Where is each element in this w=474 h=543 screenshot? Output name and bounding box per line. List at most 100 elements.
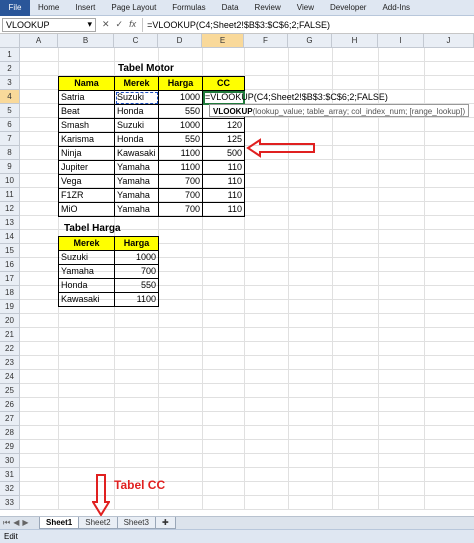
tab-developer[interactable]: Developer — [322, 3, 374, 12]
formula-input[interactable]: =VLOOKUP(C4;Sheet2!$B$3:$C$6;2;FALSE) — [142, 17, 474, 32]
row-header[interactable]: 10 — [0, 174, 20, 188]
cell[interactable]: 110 — [202, 160, 245, 175]
cell[interactable]: 110 — [202, 188, 245, 203]
row-header[interactable]: 5 — [0, 104, 20, 118]
cell[interactable]: Honda — [114, 104, 159, 119]
row-header[interactable]: 9 — [0, 160, 20, 174]
cell[interactable]: 550 — [158, 104, 203, 119]
cell[interactable]: 550 — [114, 278, 159, 293]
header-merek[interactable]: Merek — [114, 76, 159, 91]
cell[interactable]: Suzuki — [58, 250, 115, 265]
row-header[interactable]: 24 — [0, 370, 20, 384]
cell-lookup-ref[interactable]: Suzuki — [114, 90, 159, 105]
active-cell[interactable]: =VLOOKUP(C4;Sheet2!$B$3:$C$6;2;FALSE) — [202, 90, 388, 105]
sheet-tab-sheet1[interactable]: Sheet1 — [39, 517, 80, 529]
header-merek[interactable]: Merek — [58, 236, 115, 251]
cancel-icon[interactable]: ✕ — [102, 19, 110, 30]
cell[interactable]: 1000 — [158, 118, 203, 133]
row-header[interactable]: 14 — [0, 230, 20, 244]
cell[interactable]: 700 — [114, 264, 159, 279]
cell[interactable]: Vega — [58, 174, 115, 189]
cell[interactable]: Satria — [58, 90, 115, 105]
tab-add-ins[interactable]: Add-Ins — [374, 3, 418, 12]
enter-icon[interactable]: ✓ — [116, 19, 124, 30]
header-cc[interactable]: CC — [202, 76, 245, 91]
row-header[interactable]: 19 — [0, 300, 20, 314]
tab-formulas[interactable]: Formulas — [164, 3, 213, 12]
row-header[interactable]: 32 — [0, 482, 20, 496]
cell[interactable]: Suzuki — [114, 118, 159, 133]
cell[interactable]: 110 — [202, 174, 245, 189]
cell[interactable]: 110 — [202, 202, 245, 217]
cell[interactable]: Yamaha — [58, 264, 115, 279]
cell[interactable]: Yamaha — [114, 160, 159, 175]
cell[interactable]: Kawasaki — [114, 146, 159, 161]
column-header-g[interactable]: G — [288, 34, 332, 48]
tab-review[interactable]: Review — [247, 3, 289, 12]
column-header-i[interactable]: I — [378, 34, 424, 48]
header-nama[interactable]: Nama — [58, 76, 115, 91]
row-header[interactable]: 7 — [0, 132, 20, 146]
cell[interactable]: 125 — [202, 132, 245, 147]
column-header-d[interactable]: D — [158, 34, 202, 48]
cell[interactable]: F1ZR — [58, 188, 115, 203]
row-header[interactable]: 11 — [0, 188, 20, 202]
row-header[interactable]: 33 — [0, 496, 20, 510]
cell[interactable]: 700 — [158, 174, 203, 189]
row-header[interactable]: 13 — [0, 216, 20, 230]
row-header[interactable]: 2 — [0, 62, 20, 76]
column-header-f[interactable]: F — [244, 34, 288, 48]
cell[interactable]: Karisma — [58, 132, 115, 147]
prev-sheet-icon[interactable]: ◀ — [13, 518, 19, 528]
file-tab[interactable]: File — [0, 0, 30, 16]
cell[interactable]: 1100 — [158, 160, 203, 175]
row-header[interactable]: 12 — [0, 202, 20, 216]
column-header-c[interactable]: C — [114, 34, 158, 48]
first-sheet-icon[interactable]: ⏮ — [3, 518, 10, 528]
row-header[interactable]: 30 — [0, 454, 20, 468]
row-header[interactable]: 1 — [0, 48, 20, 62]
cell[interactable]: Beat — [58, 104, 115, 119]
cell[interactable]: Yamaha — [114, 188, 159, 203]
row-header[interactable]: 4 — [0, 90, 20, 104]
tab-data[interactable]: Data — [214, 3, 247, 12]
header-harga[interactable]: Harga — [158, 76, 203, 91]
header-harga[interactable]: Harga — [114, 236, 159, 251]
cell[interactable]: Smash — [58, 118, 115, 133]
select-all-corner[interactable] — [0, 34, 20, 48]
tab-home[interactable]: Home — [30, 3, 67, 12]
cell[interactable]: 550 — [158, 132, 203, 147]
row-header[interactable]: 18 — [0, 286, 20, 300]
row-header[interactable]: 23 — [0, 356, 20, 370]
cell[interactable]: Yamaha — [114, 202, 159, 217]
column-header-h[interactable]: H — [332, 34, 378, 48]
fx-icon[interactable]: fx — [129, 19, 136, 30]
row-header[interactable]: 17 — [0, 272, 20, 286]
row-header[interactable]: 27 — [0, 412, 20, 426]
row-header[interactable]: 21 — [0, 328, 20, 342]
row-header[interactable]: 22 — [0, 342, 20, 356]
cell[interactable]: Yamaha — [114, 174, 159, 189]
cell[interactable]: 1000 — [114, 250, 159, 265]
cell[interactable]: 700 — [158, 202, 203, 217]
cell[interactable]: 500 — [202, 146, 245, 161]
row-header[interactable]: 3 — [0, 76, 20, 90]
cell[interactable]: Kawasaki — [58, 292, 115, 307]
name-box[interactable]: VLOOKUP ▾ — [2, 17, 96, 32]
cell[interactable]: 1100 — [114, 292, 159, 307]
column-header-e[interactable]: E — [202, 34, 244, 48]
insert-sheet-icon[interactable]: ✚ — [154, 517, 176, 529]
row-header[interactable]: 15 — [0, 244, 20, 258]
row-header[interactable]: 31 — [0, 468, 20, 482]
sheet-tab-sheet3[interactable]: Sheet3 — [116, 517, 156, 529]
column-header-j[interactable]: J — [424, 34, 474, 48]
row-header[interactable]: 28 — [0, 426, 20, 440]
row-header[interactable]: 20 — [0, 314, 20, 328]
cell[interactable]: 1000 — [158, 90, 203, 105]
cell[interactable]: Jupiter — [58, 160, 115, 175]
column-header-b[interactable]: B — [58, 34, 114, 48]
cell[interactable]: MiO — [58, 202, 115, 217]
tooltip-function-name[interactable]: VLOOKUP — [213, 107, 253, 116]
cell[interactable]: 700 — [158, 188, 203, 203]
sheet-tab-sheet2[interactable]: Sheet2 — [78, 517, 118, 529]
